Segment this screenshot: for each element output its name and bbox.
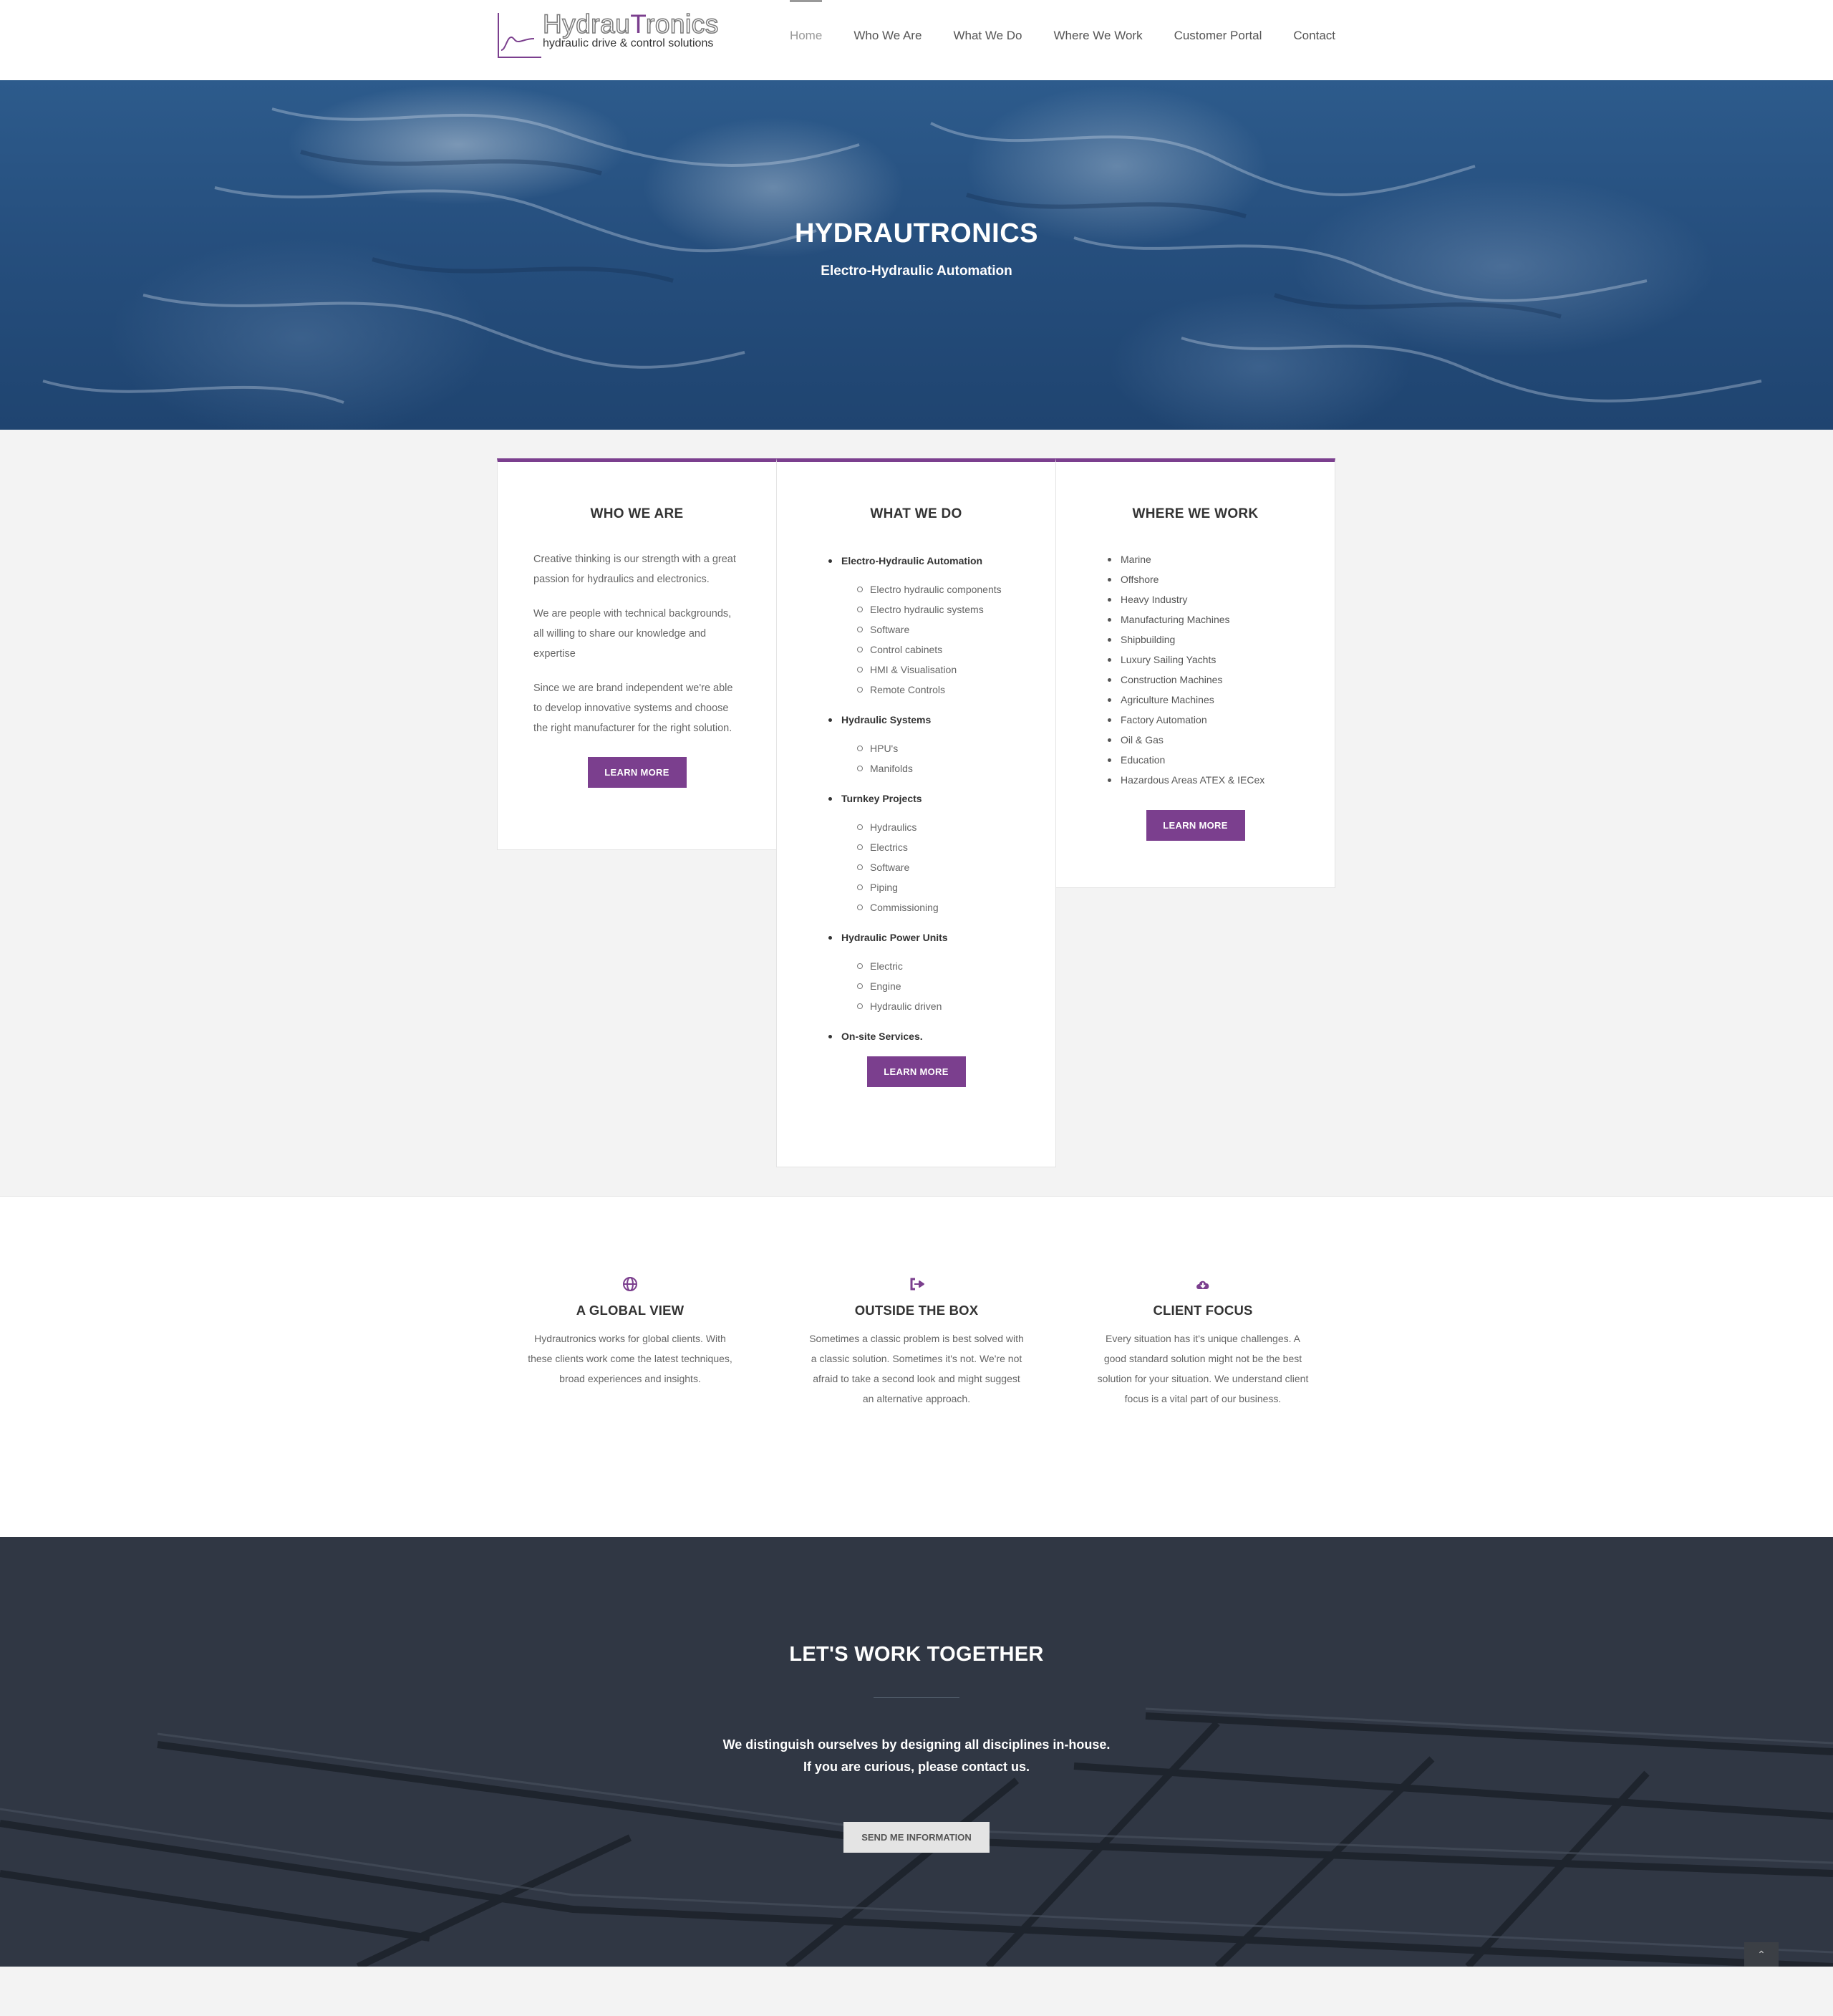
- nav-who-we-are[interactable]: Who We Are: [838, 0, 937, 72]
- cta-divider: [874, 1697, 959, 1698]
- hero-banner: HYDRAUTRONICS Electro-Hydraulic Automati…: [0, 80, 1833, 430]
- feature-text: Hydrautronics works for global clients. …: [528, 1333, 732, 1384]
- cloud-download-icon: [1196, 1281, 1209, 1289]
- list-item: Factory Automation: [1108, 710, 1335, 730]
- nav-home[interactable]: Home: [774, 0, 838, 72]
- logo-tagline: hydraulic drive & control solutions: [543, 37, 714, 49]
- card-who-we-are: WHO WE ARE Creative thinking is our stre…: [497, 458, 777, 850]
- info-cards: WHO WE ARE Creative thinking is our stre…: [497, 458, 1336, 1175]
- list-item: Commissioning: [857, 897, 1055, 917]
- main-nav: Home Who We Are What We Do Where We Work…: [774, 0, 1335, 80]
- list-item: Electric: [857, 956, 1055, 976]
- card-title: WHAT WE DO: [870, 506, 962, 521]
- list-item: Agriculture Machines: [1108, 690, 1335, 710]
- cta-title: LET'S WORK TOGETHER: [789, 1643, 1044, 1666]
- nav-customer-portal[interactable]: Customer Portal: [1159, 0, 1278, 72]
- feature-outside-the-box: OUTSIDE THE BOX Sometimes a classic prob…: [809, 1275, 1024, 1409]
- list-item: Hydraulic driven: [857, 996, 1055, 1016]
- list-item: Piping: [857, 877, 1055, 897]
- list-item: Remote Controls: [857, 680, 1055, 700]
- chevron-up-icon: ⌃: [1757, 1949, 1766, 1960]
- list-item: Turnkey Projects Hydraulics Electrics So…: [828, 788, 1055, 917]
- features-section: A GLOBAL VIEW Hydrautronics works for gl…: [0, 1196, 1833, 1537]
- list-item: Software: [857, 619, 1055, 640]
- cta-line-1: We distinguish ourselves by designing al…: [722, 1737, 1111, 1752]
- hero-title: HYDRAUTRONICS: [794, 218, 1039, 249]
- card-paragraph: Since we are brand independent we're abl…: [533, 683, 733, 734]
- feature-title: A GLOBAL VIEW: [576, 1303, 685, 1318]
- feature-text: Sometimes a classic problem is best solv…: [809, 1333, 1024, 1404]
- list-item: Electro hydraulic components: [857, 579, 1055, 599]
- services-list: Electro-Hydraulic Automation Electro hyd…: [828, 551, 1055, 1046]
- logo-wordmark: HydrauTronics: [542, 9, 719, 39]
- water-texture: [42, 107, 1762, 404]
- list-item: Education: [1108, 750, 1335, 770]
- card-title: WHERE WE WORK: [1132, 506, 1259, 521]
- feature-global-view: A GLOBAL VIEW Hydrautronics works for gl…: [523, 1275, 737, 1389]
- card-paragraph: We are people with technical backgrounds…: [533, 608, 732, 660]
- nav-contact[interactable]: Contact: [1277, 0, 1335, 72]
- list-item: Hydraulics: [857, 817, 1055, 837]
- card-where-we-work: WHERE WE WORK Marine Offshore Heavy Indu…: [1055, 458, 1335, 888]
- cta-section: LET'S WORK TOGETHER We distinguish ourse…: [0, 1537, 1833, 1967]
- list-item: Hydraulic Power Units Electric Engine Hy…: [828, 927, 1055, 1016]
- list-item: Software: [857, 857, 1055, 877]
- card-what-we-do: WHAT WE DO Electro-Hydraulic Automation …: [776, 458, 1056, 1167]
- list-item: HMI & Visualisation: [857, 660, 1055, 680]
- footer-strip: [0, 1967, 1833, 2016]
- list-item: Marine: [1108, 549, 1335, 569]
- list-item: Offshore: [1108, 569, 1335, 589]
- learn-more-button[interactable]: LEARN MORE: [1146, 810, 1245, 841]
- list-item: Hazardous Areas ATEX & IECex: [1108, 770, 1335, 790]
- feature-title: OUTSIDE THE BOX: [854, 1303, 979, 1318]
- cta-line-2: If you are curious, please contact us.: [803, 1760, 1030, 1774]
- globe-icon: [623, 1277, 637, 1291]
- list-item: HPU's: [857, 738, 1055, 758]
- list-item: Hydraulic Systems HPU's Manifolds: [828, 710, 1055, 778]
- hero-subtitle: Electro-Hydraulic Automation: [821, 264, 1012, 279]
- learn-more-button[interactable]: LEARN MORE: [866, 1056, 966, 1087]
- card-title: WHO WE ARE: [590, 506, 684, 521]
- feature-client-focus: CLIENT FOCUS Every situation has it's un…: [1096, 1275, 1310, 1409]
- sign-out-icon: [910, 1278, 924, 1291]
- logo-mark-icon: [498, 13, 541, 58]
- cta-text: We distinguish ourselves by designing al…: [0, 1734, 1833, 1778]
- list-item: Manifolds: [857, 758, 1055, 778]
- list-item: Construction Machines: [1108, 670, 1335, 690]
- list-item: Engine: [857, 976, 1055, 996]
- nav-what-we-do[interactable]: What We Do: [937, 0, 1038, 72]
- feature-text: Every situation has it's unique challeng…: [1097, 1333, 1309, 1404]
- learn-more-button[interactable]: LEARN MORE: [587, 757, 687, 788]
- feature-title: CLIENT FOCUS: [1153, 1303, 1253, 1318]
- site-header: HydrauTronics hydraulic drive & control …: [0, 0, 1833, 80]
- list-item: Manufacturing Machines: [1108, 609, 1335, 630]
- list-item: Luxury Sailing Yachts: [1108, 650, 1335, 670]
- list-item: On-site Services.: [828, 1026, 1055, 1046]
- list-item: Control cabinets: [857, 640, 1055, 660]
- list-item: Electro-Hydraulic Automation Electro hyd…: [828, 551, 1055, 700]
- scroll-to-top-button[interactable]: ⌃: [1744, 1942, 1779, 1967]
- list-item: Electrics: [857, 837, 1055, 857]
- list-item: Heavy Industry: [1108, 589, 1335, 609]
- card-paragraph: Creative thinking is our strength with a…: [533, 554, 736, 585]
- list-item: Shipbuilding: [1108, 630, 1335, 650]
- logo[interactable]: HydrauTronics hydraulic drive & control …: [497, 9, 719, 60]
- sectors-list: Marine Offshore Heavy Industry Manufactu…: [1108, 549, 1335, 790]
- list-item: Oil & Gas: [1108, 730, 1335, 750]
- nav-where-we-work[interactable]: Where We Work: [1038, 0, 1159, 72]
- list-item: Electro hydraulic systems: [857, 599, 1055, 619]
- send-information-button[interactable]: SEND ME INFORMATION: [843, 1822, 990, 1853]
